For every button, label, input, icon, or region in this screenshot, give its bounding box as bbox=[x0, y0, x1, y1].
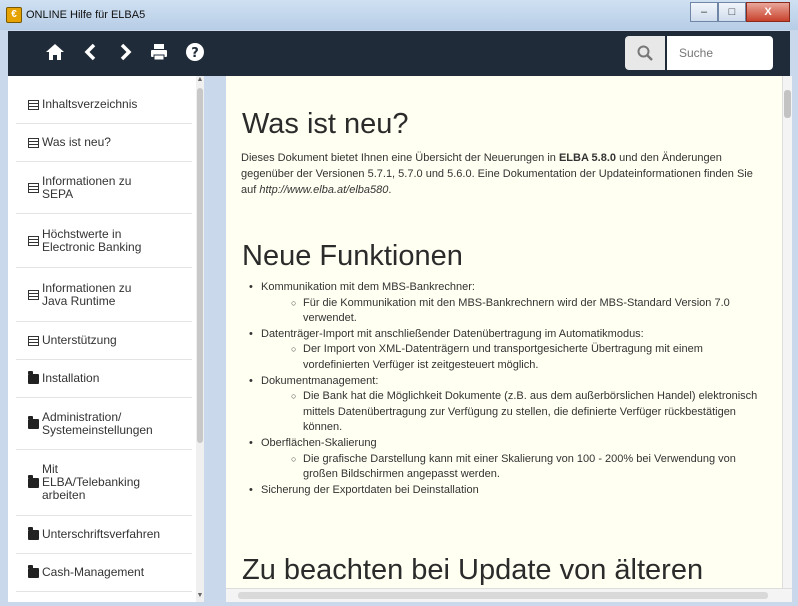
sidebar-item-installation[interactable]: Installation bbox=[16, 360, 192, 398]
doc-link[interactable]: http://www.elba.at/elba580 bbox=[259, 184, 388, 196]
heading-update-hinweise: Zu beachten bei Update von älteren bbox=[242, 554, 704, 586]
folder-icon bbox=[28, 415, 39, 429]
sub-list-item: Der Import von XML-Datenträgern und tran… bbox=[261, 342, 771, 373]
sidebar-item-label: Unterstützung bbox=[42, 333, 117, 347]
intro-text: . bbox=[388, 184, 392, 196]
sidebar-item-elba-arbeiten[interactable]: Mit ELBA/Telebanking arbeiten bbox=[16, 450, 192, 516]
window-titlebar: € ONLINE Hilfe für ELBA5 – □ X bbox=[0, 0, 798, 31]
sub-list-item: Die Bank hat die Möglichkeit Dokumente (… bbox=[261, 389, 771, 436]
heading-was-ist-neu: Was ist neu? bbox=[242, 108, 409, 140]
list-item: Oberflächen-Skalierung Die grafische Dar… bbox=[241, 436, 771, 483]
home-icon[interactable] bbox=[44, 42, 66, 64]
list-item: Datenträger-Import mit anschließender Da… bbox=[241, 327, 771, 374]
sidebar-item-label: Informationen zu SEPA bbox=[42, 173, 132, 201]
page-icon bbox=[28, 182, 39, 193]
feature-text: Datenträger-Import mit anschließender Da… bbox=[261, 327, 644, 340]
sidebar-item-java-runtime[interactable]: Informationen zu Java Runtime bbox=[16, 268, 192, 322]
sidebar-item-sepa[interactable]: Informationen zu SEPA bbox=[16, 162, 192, 214]
folder-icon bbox=[28, 564, 39, 578]
sidebar-item-label: Installation bbox=[42, 371, 100, 385]
help-content: Was ist neu? Dieses Dokument bietet Ihne… bbox=[226, 76, 782, 588]
window-controls: – □ X bbox=[690, 2, 790, 22]
sub-list-item: Die grafische Darstellung kann mit einer… bbox=[261, 452, 771, 483]
forward-icon[interactable] bbox=[114, 42, 136, 64]
sidebar-item-inhaltsverzeichnis[interactable]: Inhaltsverzeichnis bbox=[16, 86, 192, 124]
version-bold: ELBA 5.8.0 bbox=[558, 152, 617, 164]
sidebar-item-was-ist-neu[interactable]: Was ist neu? bbox=[16, 124, 192, 162]
sidebar-item-label: Cash-Management bbox=[42, 565, 145, 579]
sidebar-item-unterschriftsverfahren[interactable]: Unterschriftsverfahren bbox=[16, 516, 192, 554]
sidebar-toc: Inhaltsverzeichnis Was ist neu? Informat… bbox=[8, 76, 204, 602]
window-title: ONLINE Hilfe für ELBA5 bbox=[26, 9, 146, 21]
minimize-button[interactable]: – bbox=[690, 2, 718, 22]
sidebar-list: Inhaltsverzeichnis Was ist neu? Informat… bbox=[16, 86, 192, 592]
feature-text: Dokumentmanagement: bbox=[261, 374, 379, 387]
sidebar-item-label: Administration/ Systemeinstellungen bbox=[42, 409, 153, 437]
sidebar-item-label: Was ist neu? bbox=[42, 135, 111, 149]
svg-text:?: ? bbox=[191, 46, 199, 61]
page-icon bbox=[28, 235, 39, 246]
sidebar-item-unterstuetzung[interactable]: Unterstützung bbox=[16, 322, 192, 360]
sidebar-scrollbar[interactable]: ▲ ▼ bbox=[196, 76, 204, 602]
search-input[interactable] bbox=[667, 36, 773, 70]
list-item: Sicherung der Exportdaten bei Deinstalla… bbox=[241, 483, 771, 499]
content-scroll-thumb[interactable] bbox=[784, 90, 791, 118]
list-item: Dokumentmanagement: Die Bank hat die Mög… bbox=[241, 374, 771, 436]
search-icon bbox=[637, 45, 653, 61]
sidebar-item-hoechstwerte[interactable]: Höchstwerte in Electronic Banking bbox=[16, 214, 192, 268]
sidebar-scroll-thumb[interactable] bbox=[197, 88, 203, 443]
list-item: Kommunikation mit dem MBS-Bankrechner: F… bbox=[241, 280, 771, 327]
maximize-button[interactable]: □ bbox=[718, 2, 746, 22]
folder-icon bbox=[28, 370, 39, 384]
sidebar-item-cash-management[interactable]: Cash-Management bbox=[16, 554, 192, 592]
sub-list-item: Für die Kommunikation mit den MBS-Bankre… bbox=[261, 296, 771, 327]
folder-icon bbox=[28, 474, 39, 488]
horizontal-scroll-thumb[interactable] bbox=[238, 592, 768, 599]
intro-paragraph: Dieses Dokument bietet Ihnen eine Übersi… bbox=[241, 150, 771, 198]
help-icon[interactable]: ? bbox=[184, 42, 206, 64]
sidebar-item-label: Höchstwerte in Electronic Banking bbox=[42, 226, 142, 254]
sidebar-item-label: Inhaltsverzeichnis bbox=[42, 97, 138, 111]
feature-list: Kommunikation mit dem MBS-Bankrechner: F… bbox=[241, 280, 771, 498]
horizontal-scrollbar[interactable] bbox=[226, 588, 792, 602]
print-icon[interactable] bbox=[148, 42, 170, 64]
scroll-down-arrow-icon[interactable]: ▼ bbox=[196, 592, 204, 602]
feature-text: Oberflächen-Skalierung bbox=[261, 436, 377, 449]
content-scrollbar[interactable] bbox=[782, 76, 792, 588]
sidebar-item-administration[interactable]: Administration/ Systemeinstellungen bbox=[16, 398, 192, 450]
toolbar: ? bbox=[8, 31, 790, 76]
feature-text: Sicherung der Exportdaten bei Deinstalla… bbox=[261, 483, 479, 496]
heading-neue-funktionen: Neue Funktionen bbox=[242, 240, 463, 272]
sidebar-item-label: Unterschriftsverfahren bbox=[42, 527, 161, 541]
folder-icon bbox=[28, 526, 39, 540]
close-button[interactable]: X bbox=[746, 2, 790, 22]
page-icon bbox=[28, 137, 39, 148]
sidebar-item-label: Informationen zu Java Runtime bbox=[42, 280, 132, 308]
sidebar-item-label: Mit ELBA/Telebanking arbeiten bbox=[42, 462, 141, 502]
page-icon bbox=[28, 99, 39, 110]
scroll-up-arrow-icon[interactable]: ▲ bbox=[196, 76, 204, 86]
feature-text: Kommunikation mit dem MBS-Bankrechner: bbox=[261, 281, 475, 293]
search-button[interactable] bbox=[625, 36, 665, 70]
back-icon[interactable] bbox=[80, 42, 102, 64]
page-icon bbox=[28, 335, 39, 346]
intro-text: Dieses Dokument bietet Ihnen eine Übersi… bbox=[241, 152, 559, 164]
page-icon bbox=[28, 289, 39, 300]
app-icon: € bbox=[6, 7, 22, 23]
